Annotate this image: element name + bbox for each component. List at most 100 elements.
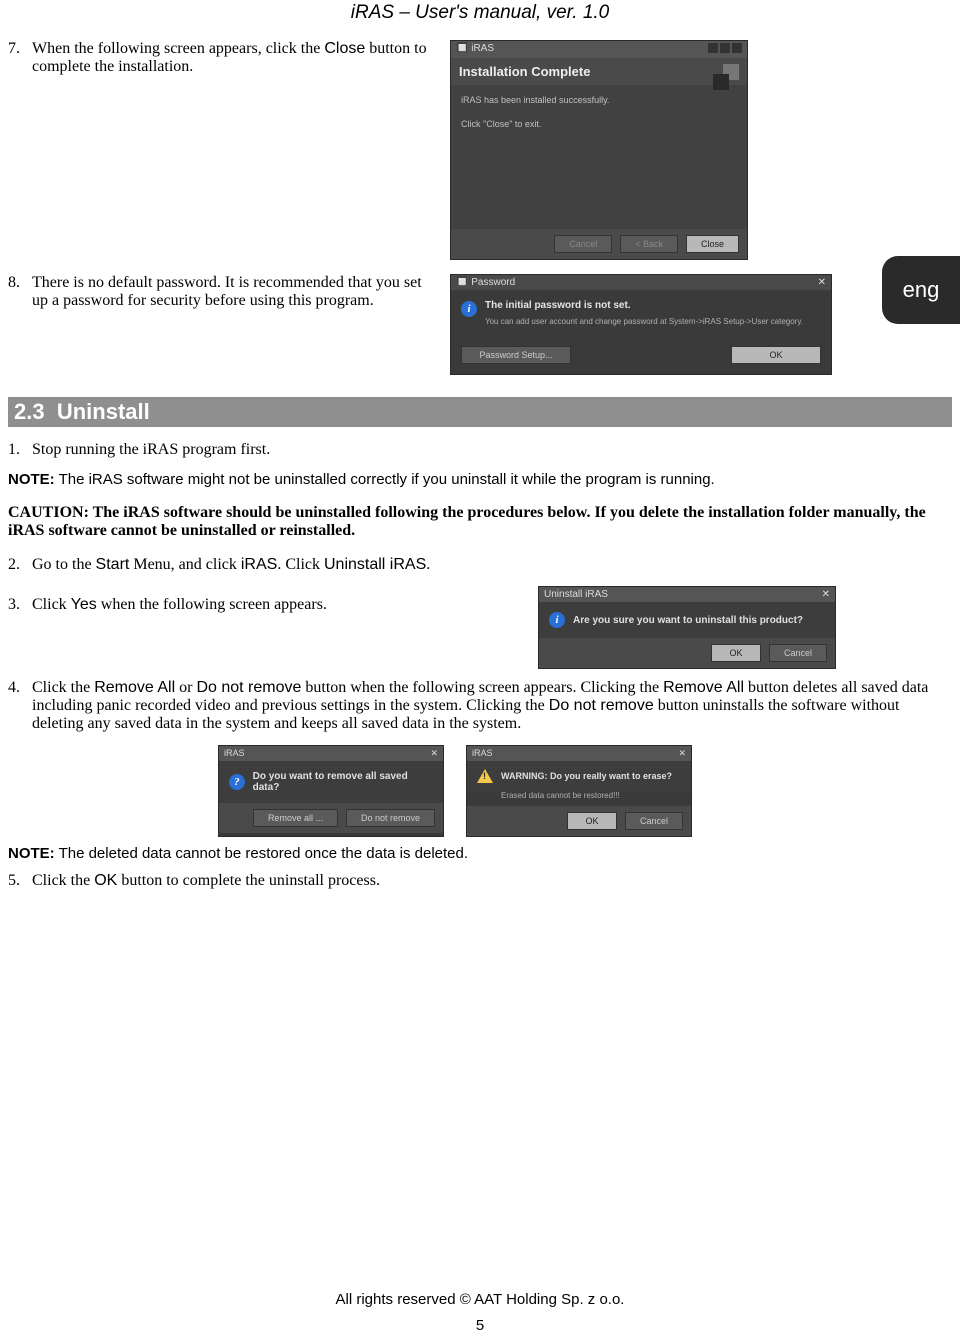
info-icon: i (461, 301, 477, 317)
step-8-num: 8. (8, 274, 26, 310)
section-title: Uninstall (57, 399, 150, 424)
u-step2-text: Go to the Start Menu, and click iRAS. Cl… (32, 556, 952, 574)
uninstall-step-3-row: 3. Click Yes when the following screen a… (8, 586, 952, 669)
ok-button[interactable]: OK (711, 644, 761, 662)
window-buttons[interactable] (706, 43, 742, 56)
u-step5-num: 5. (8, 872, 26, 890)
uninstall-confirm-dialog: Uninstall iRAS ✕ i Are you sure you want… (538, 586, 836, 669)
close-word: Close (324, 40, 365, 57)
install-body-line2: Click "Close" to exit. (461, 117, 737, 131)
section-2-3-header: 2.3 Uninstall (8, 397, 952, 427)
step-7-num: 7. (8, 40, 26, 76)
u-step5-text: Click the OK button to complete the unin… (32, 872, 952, 890)
question-icon: ? (229, 774, 245, 790)
erase-titlebar-text: iRAS (472, 748, 493, 759)
note-1-label: NOTE: (8, 471, 55, 488)
remove-all-word: Remove All (94, 679, 175, 696)
install-dialog-body: iRAS has been installed successfully. Cl… (451, 85, 747, 229)
caution-text: CAUTION: The iRAS software should be uni… (8, 504, 952, 540)
password-setup-button[interactable]: Password Setup... (461, 346, 571, 364)
confirm-titlebar-text: Uninstall iRAS (544, 589, 608, 600)
section-num: 2.3 (14, 399, 45, 424)
install-dialog-title: Installation Complete (459, 64, 590, 79)
step-7-text-a: When the following screen appears, click… (32, 40, 324, 57)
uninstall-step-2: 2. Go to the Start Menu, and click iRAS.… (8, 556, 952, 574)
u-step4-num: 4. (8, 679, 26, 733)
step-7: 7. When the following screen appears, cl… (8, 40, 440, 76)
remove-all-button[interactable]: Remove all ... (253, 809, 338, 827)
erase-titlebar: iRAS ✕ (467, 746, 691, 761)
erase-sub: Erased data cannot be restored!!! (467, 791, 691, 806)
confirm-titlebar: Uninstall iRAS ✕ (539, 587, 835, 602)
remove-msg: Do you want to remove all saved data? (253, 771, 433, 793)
uninstall-step-3: 3. Click Yes when the following screen a… (8, 596, 438, 614)
note-2: NOTE: The deleted data cannot be restore… (8, 845, 952, 862)
uninstall-step-5: 5. Click the OK button to complete the u… (8, 872, 952, 890)
pw-dialog-buttons: Password Setup... OK (451, 342, 831, 374)
pw-line2: You can add user account and change pass… (485, 317, 821, 326)
u-step2-num: 2. (8, 556, 26, 574)
install-dialog-titlebar: 🔲 iRAS (451, 41, 747, 58)
doc-header-title: iRAS – User's manual, ver. 1.0 (8, 2, 952, 24)
pw-line1: The initial password is not set. (485, 300, 631, 311)
u-step4-text: Click the Remove All or Do not remove bu… (32, 679, 952, 733)
close-icon[interactable]: ✕ (822, 589, 830, 600)
install-dialog-buttons: Cancel < Back Close (451, 229, 747, 259)
start-word: Start (96, 556, 130, 573)
install-dialog-header: Installation Complete (451, 58, 747, 85)
install-body-line1: iRAS has been installed successfully. (461, 93, 737, 107)
do-not-remove-button[interactable]: Do not remove (346, 809, 435, 827)
close-icon[interactable]: ✕ (818, 277, 826, 288)
ok-button[interactable]: OK (731, 346, 821, 364)
pw-dialog-body: i The initial password is not set. You c… (451, 290, 831, 342)
info-icon: i (549, 612, 565, 628)
confirm-msg: Are you sure you want to uninstall this … (573, 615, 803, 626)
remove-data-dialog: iRAS ✕ ? Do you want to remove all saved… (218, 745, 444, 837)
cancel-button[interactable]: Cancel (769, 644, 827, 662)
cancel-button[interactable]: Cancel (625, 812, 683, 830)
pw-dialog-titlebar: 🔲 Password ✕ (451, 275, 831, 290)
step-8-text: There is no default password. It is reco… (32, 274, 440, 310)
ok-word: OK (94, 872, 117, 889)
uninstall-step-1: 1. Stop running the iRAS program first. (8, 441, 952, 459)
note-2-text: The deleted data cannot be restored once… (55, 845, 468, 862)
remove-titlebar-text: iRAS (224, 748, 245, 759)
password-dialog: 🔲 Password ✕ i The initial password is n… (450, 274, 832, 375)
page-number: 5 (0, 1317, 960, 1334)
yes-word: Yes (71, 596, 97, 613)
language-tab-eng: eng (882, 256, 960, 324)
install-complete-dialog: 🔲 iRAS Installation Complete iRAS has be… (450, 40, 748, 260)
close-icon[interactable]: ✕ (678, 748, 686, 759)
erase-msg: WARNING: Do you really want to erase? (501, 771, 672, 781)
step-8: 8. There is no default password. It is r… (8, 274, 440, 310)
erase-warning-dialog: iRAS ✕ WARNING: Do you really want to er… (466, 745, 692, 837)
footer-copyright: All rights reserved © AAT Holding Sp. z … (0, 1291, 960, 1308)
remove-body: ? Do you want to remove all saved data? (219, 761, 443, 803)
note-2-label: NOTE: (8, 845, 55, 862)
close-button[interactable]: Close (686, 235, 739, 253)
install-dialog-titlebar-text: 🔲 iRAS (456, 43, 494, 56)
remove-all-word-2: Remove All (663, 679, 744, 696)
note-1-text: The iRAS software might not be uninstall… (55, 471, 715, 488)
uninstall-iras-word: Uninstall iRAS (324, 556, 426, 573)
step-7-text: When the following screen appears, click… (32, 40, 440, 76)
iras-word: iRAS (241, 556, 277, 573)
note-1: NOTE: The iRAS software might not be uni… (8, 471, 952, 488)
erase-body: WARNING: Do you really want to erase? (467, 761, 691, 791)
close-icon[interactable]: ✕ (430, 748, 438, 759)
u-step1-text: Stop running the iRAS program first. (32, 441, 952, 459)
ok-button[interactable]: OK (567, 812, 617, 830)
pw-dialog-title: Password (471, 277, 515, 288)
back-button[interactable]: < Back (620, 235, 678, 253)
u-step3-text: Click Yes when the following screen appe… (32, 596, 438, 614)
remove-titlebar: iRAS ✕ (219, 746, 443, 761)
cancel-button[interactable]: Cancel (554, 235, 612, 253)
u-step3-num: 3. (8, 596, 26, 614)
warning-icon (477, 769, 493, 783)
installer-deco-icon (705, 64, 739, 90)
do-not-remove-word-2: Do not remove (549, 697, 654, 714)
uninstall-step-4: 4. Click the Remove All or Do not remove… (8, 679, 952, 733)
confirm-body: i Are you sure you want to uninstall thi… (539, 602, 835, 638)
do-not-remove-word: Do not remove (196, 679, 301, 696)
u-step1-num: 1. (8, 441, 26, 459)
